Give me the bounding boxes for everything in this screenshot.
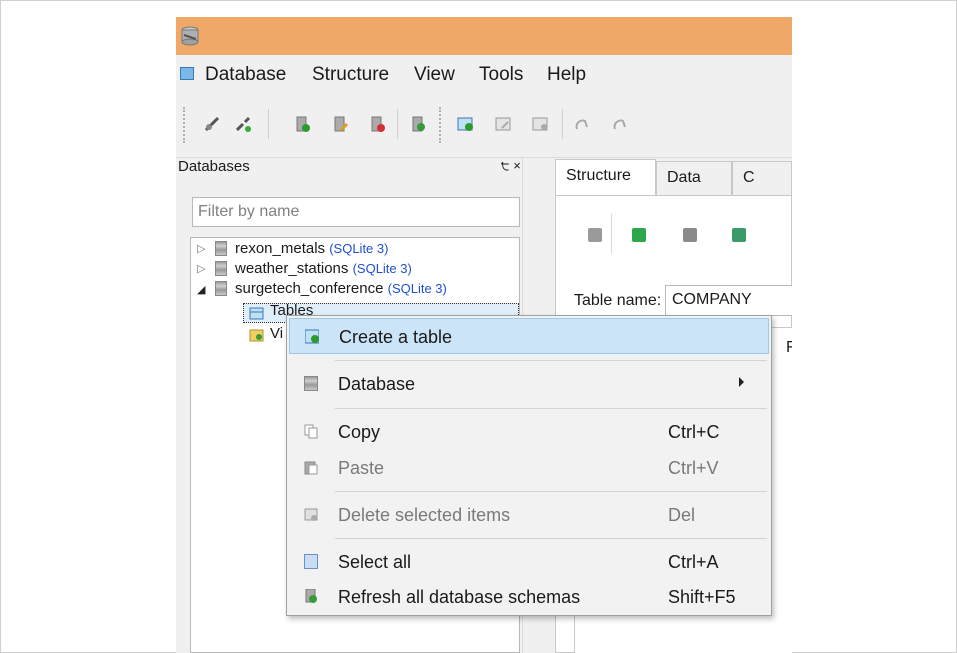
db-name: surgetech_conference — [235, 280, 384, 297]
toolbar-grip — [439, 107, 443, 143]
db-name: weather_stations — [235, 260, 349, 277]
expand-arrow-icon[interactable]: ▷ — [197, 262, 205, 275]
database-icon — [215, 241, 227, 256]
menu-structure[interactable]: Structure — [312, 64, 389, 86]
add-database-icon[interactable] — [293, 115, 311, 133]
menu-item-shortcut: Shift+F5 — [668, 587, 736, 607]
menu-item-label: Paste — [338, 458, 385, 478]
create-table-icon — [305, 329, 319, 344]
menu-item-label: Create a table — [339, 327, 453, 347]
menu-separator — [335, 360, 767, 361]
refresh-database-icon[interactable] — [409, 115, 427, 133]
menu-item-create-table[interactable]: Create a table — [289, 318, 769, 354]
tree-item-rexon-metals[interactable]: rexon_metals (SQLite 3) — [235, 240, 388, 257]
toolbar-separator — [397, 109, 398, 139]
menu-item-label: Copy — [338, 422, 381, 442]
copy-icon — [304, 424, 318, 439]
toolbar — [176, 95, 792, 158]
menu-item-shortcut: Del — [668, 505, 696, 525]
database-icon — [215, 261, 227, 276]
edit-database-icon[interactable] — [331, 115, 349, 133]
refresh-icon[interactable] — [588, 228, 602, 242]
delete-table-icon[interactable] — [531, 115, 549, 133]
menu-database[interactable]: Database — [205, 64, 286, 86]
menu-separator — [335, 491, 767, 492]
app-database-icon — [181, 26, 199, 46]
rollback-icon[interactable] — [683, 228, 697, 242]
menu-item-select-all[interactable]: Select all Ctrl+A — [287, 544, 771, 580]
context-menu: Create a table Database Copy Ctrl+C Past… — [286, 315, 772, 616]
menu-item-copy[interactable]: Copy Ctrl+C — [287, 414, 771, 450]
delete-icon — [304, 508, 318, 521]
remove-database-icon[interactable] — [368, 115, 386, 133]
menu-item-label: Select all — [338, 552, 412, 572]
panel-float-close-buttons[interactable]: ੮ × — [501, 158, 521, 174]
tab-data[interactable]: Data — [656, 161, 732, 195]
menu-item-delete-selected[interactable]: Delete selected items Del — [287, 497, 771, 533]
refresh-icon — [305, 589, 317, 603]
tree-item-weather-stations[interactable]: weather_stations (SQLite 3) — [235, 260, 412, 277]
grid-header-partial: F — [786, 339, 792, 356]
tab-partial[interactable]: C — [732, 161, 792, 195]
toolbar-separator — [268, 109, 269, 139]
tree-item-surgetech-conference[interactable]: surgetech_conference (SQLite 3) — [235, 280, 447, 297]
menu-item-refresh-schemas[interactable]: Refresh all database schemas Shift+F5 — [287, 579, 771, 615]
toolbar-separator — [562, 109, 563, 139]
menu-item-label: Refresh all database schemas — [338, 587, 581, 607]
edit-table-icon[interactable] — [494, 115, 512, 133]
views-folder-icon — [249, 329, 264, 342]
db-name: rexon_metals — [235, 240, 326, 257]
submenu-arrow-icon — [739, 377, 744, 387]
database-icon — [304, 376, 318, 391]
menu-item-shortcut: Ctrl+C — [668, 422, 720, 442]
expand-arrow-icon[interactable]: ▷ — [197, 242, 205, 255]
add-column-icon[interactable] — [732, 228, 746, 242]
menu-separator — [335, 538, 767, 539]
commit-icon[interactable] — [632, 228, 646, 242]
title-bar — [176, 17, 792, 55]
db-type: (SQLite 3) — [387, 281, 447, 296]
databases-panel-title: Databases — [178, 158, 250, 175]
db-type: (SQLite 3) — [352, 261, 412, 276]
menu-help[interactable]: Help — [547, 64, 586, 86]
menu-separator — [335, 408, 767, 409]
db-type: (SQLite 3) — [329, 241, 389, 256]
menu-view[interactable]: View — [414, 64, 455, 86]
menu-item-label: Database — [338, 374, 416, 394]
menu-item-shortcut: Ctrl+A — [668, 552, 719, 572]
select-all-icon — [304, 554, 318, 569]
create-table-icon[interactable] — [456, 115, 474, 133]
toolbar-separator — [611, 214, 612, 254]
menu-item-label: Delete selected items — [338, 505, 511, 525]
edit-index-icon[interactable] — [611, 115, 629, 133]
tables-folder-icon — [249, 307, 264, 320]
toolbar-grip — [183, 107, 187, 143]
window-icon — [180, 67, 194, 80]
collapse-arrow-icon[interactable]: ◢ — [197, 283, 205, 296]
menu-item-paste[interactable]: Paste Ctrl+V — [287, 450, 771, 486]
add-index-icon[interactable] — [573, 115, 591, 133]
connect-icon[interactable] — [203, 115, 221, 133]
tab-structure[interactable]: Structure — [555, 159, 656, 195]
disconnect-icon[interactable] — [234, 115, 252, 133]
tree-item-views[interactable]: Vi — [270, 325, 283, 342]
menu-tools[interactable]: Tools — [479, 64, 523, 86]
table-name-input[interactable]: COMPANY — [665, 285, 792, 316]
database-icon — [215, 281, 227, 296]
menu-item-shortcut: Ctrl+V — [668, 458, 719, 478]
table-name-label: Table name: — [574, 292, 662, 309]
menu-bar: Database Structure View Tools Help — [176, 55, 792, 95]
filter-input[interactable]: Filter by name — [192, 197, 520, 227]
menu-item-database[interactable]: Database — [287, 366, 771, 402]
paste-icon — [304, 461, 318, 475]
